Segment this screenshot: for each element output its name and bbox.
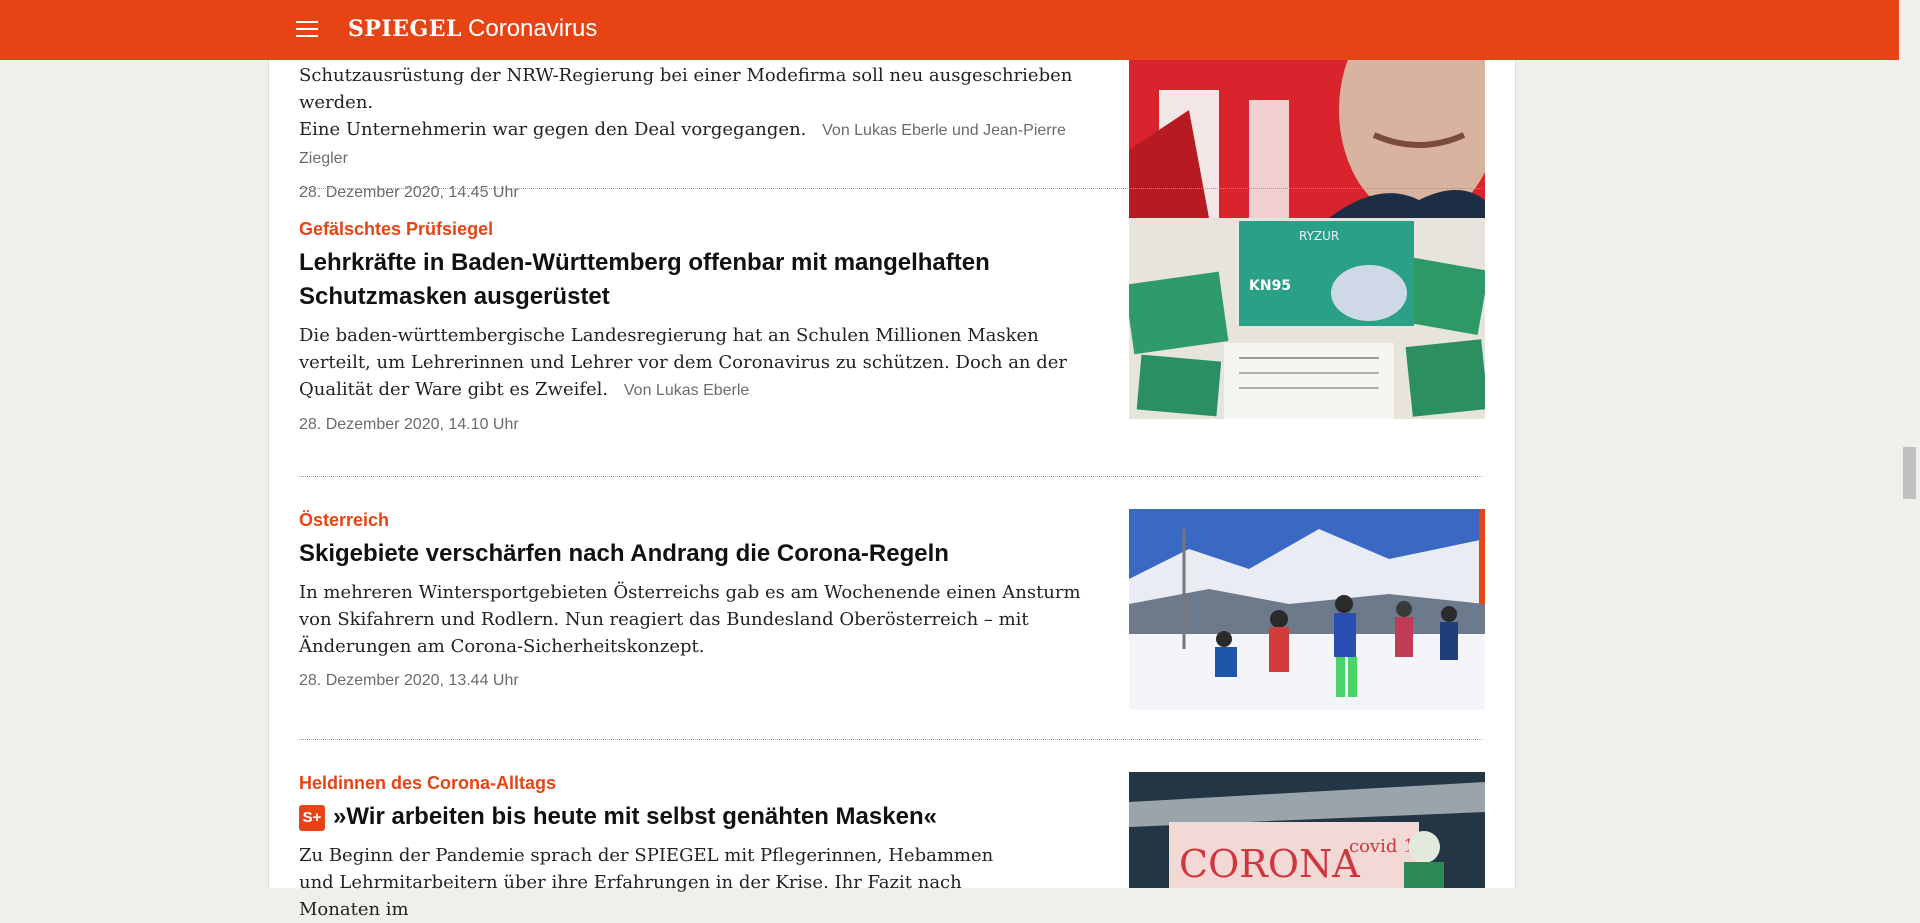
top-navigation-bar: SPIEGEL Coronavirus [0,0,1899,60]
box-brand: RYZUR [1299,229,1339,243]
article-card[interactable]: Österreich Skigebiete verschärfen nach A… [299,509,1485,710]
article-image[interactable]: CORONA covid 19 [1129,772,1485,888]
article-card[interactable]: Heldinnen des Corona-Alltags S+ »Wir arbe… [299,772,1485,923]
article-teaser: Zu Beginn der Pandemie sprach der SPIEGE… [299,845,994,920]
article-image[interactable] [1129,509,1485,710]
scrollbar[interactable] [1899,0,1920,888]
spiegel-plus-icon: S+ [299,805,325,831]
brand-name: SPIEGEL [348,16,463,42]
article-teaser: In mehreren Wintersportgebieten Österrei… [299,582,1081,657]
article-headline[interactable]: S+ »Wir arbeiten bis heute mit selbst gen… [299,800,1099,834]
section-title: Coronavirus [468,15,598,42]
article-teaser: Die baden-württembergische Landesregieru… [299,322,1099,404]
article-divider [299,188,1482,189]
article-teaser: Schutzausrüstung der NRW-Regierung bei e… [299,62,1119,172]
sign-text: CORONA [1179,842,1360,886]
article-card[interactable]: Schutzausrüstung der NRW-Regierung bei e… [299,0,1485,218]
hamburger-menu-icon[interactable] [296,21,318,38]
article-headline[interactable]: Lehrkräfte in Baden-Württemberg offenbar… [299,246,999,314]
teaser-line: Eine Unternehmerin war gegen den Deal vo… [299,119,807,140]
teaser-line: Schutzausrüstung der NRW-Regierung bei e… [299,65,1073,113]
box-label: KN95 [1249,278,1291,294]
headline-text[interactable]: »Wir arbeiten bis heute mit selbst genäh… [333,803,937,830]
brand-logo[interactable]: SPIEGEL Coronavirus [348,15,597,43]
article-divider [299,476,1482,477]
article-author[interactable]: Von Lukas Eberle [624,382,749,399]
scrollbar-thumb[interactable] [1903,447,1916,499]
article-image[interactable]: RYZUR KN95 [1129,218,1485,419]
article-card[interactable]: Gefälschtes Prüfsiegel Lehrkräfte in Bad… [299,218,1485,434]
article-headline[interactable]: Skigebiete verschärfen nach Andrang die … [299,537,1059,571]
article-divider [299,739,1482,740]
main-content: Schutzausrüstung der NRW-Regierung bei e… [268,0,1516,920]
